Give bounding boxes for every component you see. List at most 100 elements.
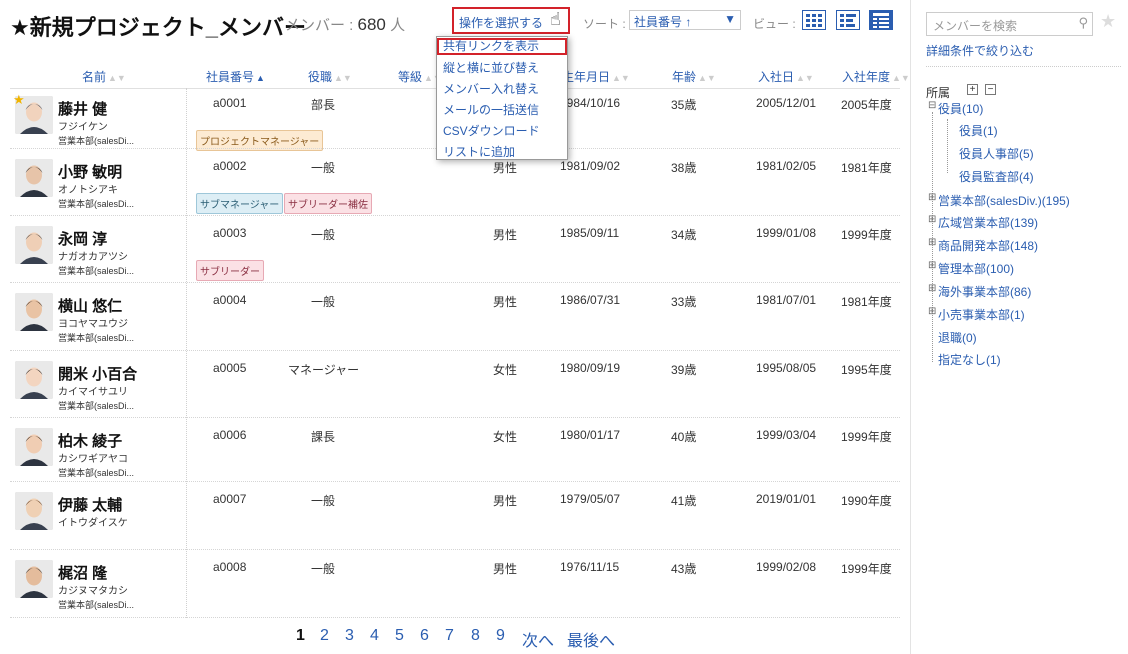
tree-expand-icon[interactable]: ⊞ (928, 192, 936, 203)
member-kana: イトウダイスケ (58, 518, 128, 529)
last-page-link[interactable]: 最後へ (567, 627, 615, 651)
gender: 女性 (493, 363, 518, 377)
role-tag[interactable]: サブマネージャー (196, 193, 284, 214)
member-name[interactable]: 横山 悠仁 (58, 295, 122, 316)
member-department: 営業本部(salesDi... (58, 600, 135, 610)
page-link-1[interactable]: 1 (296, 627, 305, 645)
row-divider (10, 549, 900, 550)
age: 33歳 (671, 295, 697, 309)
expand-all-icon[interactable]: + (967, 84, 978, 95)
avatar[interactable] (15, 560, 53, 598)
sort-select[interactable]: 社員番号 ↑ ▼ (629, 10, 741, 30)
role-tag[interactable]: サブリーダー (196, 260, 264, 281)
tree-item-administration[interactable]: 管理本部(100) (938, 260, 1014, 277)
page-title: ★新規プロジェクト_メンバー (10, 15, 306, 40)
employee-id: a0004 (213, 293, 247, 307)
tree-item-product-development[interactable]: 商品開発本部(148) (938, 237, 1038, 254)
tree-item-retail[interactable]: 小売事業本部(1) (938, 306, 1025, 323)
page-link-9[interactable]: 9 (496, 627, 505, 645)
column-header-employee-id[interactable]: 社員番号 ▲ (206, 68, 265, 85)
avatar[interactable] (15, 361, 53, 399)
age: 39歳 (671, 363, 697, 377)
table-view-button[interactable] (869, 10, 893, 30)
member-name[interactable]: 梶沼 隆 (58, 562, 107, 583)
member-department: 営業本部(salesDi... (58, 266, 135, 276)
position: 一般 (311, 494, 336, 508)
birth-date: 1984/10/16 (560, 96, 621, 110)
employee-id: a0007 (213, 492, 247, 506)
sort-asc-icon: ▲ (256, 73, 265, 83)
list-view-button[interactable] (836, 10, 860, 30)
join-date: 1999/02/08 (756, 560, 817, 574)
collapse-all-icon[interactable]: − (985, 84, 996, 95)
column-header-position[interactable]: 役職 ▲▼ (308, 68, 352, 85)
page-link-7[interactable]: 7 (445, 627, 454, 645)
avatar[interactable] (15, 293, 53, 331)
menu-item-show-share-link[interactable]: 共有リンクを表示 (437, 38, 567, 55)
tree-item-retired[interactable]: 退職(0) (938, 329, 977, 346)
join-year: 2005年度 (841, 98, 892, 112)
grid-view-button[interactable] (802, 10, 826, 30)
page-link-8[interactable]: 8 (471, 627, 480, 645)
tree-expand-icon[interactable]: ⊞ (928, 306, 936, 317)
position: 一般 (311, 295, 336, 309)
member-name[interactable]: 開米 小百合 (58, 363, 137, 384)
tree-item-overseas[interactable]: 海外事業本部(86) (938, 283, 1031, 300)
tree-expand-icon[interactable]: ⊞ (928, 237, 936, 248)
member-name[interactable]: 藤井 健 (58, 98, 107, 119)
tree-item-unassigned[interactable]: 指定なし(1) (938, 351, 1001, 368)
star-icon[interactable]: ★ (1100, 11, 1116, 32)
page-link-5[interactable]: 5 (395, 627, 404, 645)
member-name[interactable]: 小野 敏明 (58, 161, 122, 182)
column-header-join-date[interactable]: 入社日 ▲▼ (758, 68, 814, 85)
position: 部長 (311, 98, 336, 112)
tree-item-sales-division[interactable]: 営業本部(salesDiv.)(195) (938, 192, 1070, 209)
member-department: 営業本部(salesDi... (58, 401, 135, 411)
column-header-join-year[interactable]: 入社年度 ▲▼ (842, 68, 910, 85)
avatar[interactable] (15, 492, 53, 530)
tree-collapse-icon[interactable]: ⊟ (928, 100, 936, 111)
page-link-6[interactable]: 6 (420, 627, 429, 645)
dropdown-arrow-icon: ▼ (724, 12, 736, 26)
tree-expand-icon[interactable]: ⊞ (928, 260, 936, 271)
avatar[interactable] (15, 428, 53, 466)
position: 課長 (311, 430, 336, 444)
page-link-2[interactable]: 2 (320, 627, 329, 645)
menu-item-bulk-email[interactable]: メールの一括送信 (443, 101, 539, 118)
avatar[interactable] (15, 159, 53, 197)
member-search-input[interactable]: メンバーを検索 ⚲ (926, 12, 1093, 36)
select-action-button[interactable]: 操作を選択する ☝ (452, 7, 570, 34)
tree-item-executives[interactable]: 役員(10) (938, 100, 983, 117)
grid-view-icon (806, 14, 822, 27)
join-date: 1999/03/04 (756, 428, 817, 442)
tree-expand-icon[interactable]: ⊞ (928, 283, 936, 294)
column-header-birthdate[interactable]: 生年月日 ▲▼ (562, 68, 630, 85)
age: 40歳 (671, 430, 697, 444)
column-header-age[interactable]: 年齢 ▲▼ (672, 68, 716, 85)
page-link-3[interactable]: 3 (345, 627, 354, 645)
tree-item-executive-hr[interactable]: 役員人事部(5) (959, 145, 1034, 162)
menu-item-add-to-list[interactable]: リストに追加 (443, 143, 515, 160)
column-header-name[interactable]: 名前 ▲▼ (82, 68, 126, 85)
join-date: 1999/01/08 (756, 226, 817, 240)
menu-item-sort-rows-columns[interactable]: 縦と横に並び替え (443, 59, 539, 76)
member-name[interactable]: 永岡 淳 (58, 228, 107, 249)
member-kana: ナガオカアツシ (58, 252, 128, 263)
menu-item-swap-members[interactable]: メンバー入れ替え (443, 80, 539, 97)
affiliation-label: 所属 (926, 86, 951, 100)
tree-item-executive-audit[interactable]: 役員監査部(4) (959, 168, 1034, 185)
avatar[interactable] (15, 226, 53, 264)
role-tag[interactable]: サブリーダー補佐 (284, 193, 372, 214)
next-page-link[interactable]: 次へ (522, 627, 554, 651)
menu-item-csv-download[interactable]: CSVダウンロード (443, 122, 540, 139)
search-icon[interactable]: ⚲ (1078, 15, 1088, 31)
gender: 男性 (493, 295, 518, 309)
member-name[interactable]: 柏木 綾子 (58, 430, 122, 451)
advanced-filter-link[interactable]: 詳細条件で絞り込む (926, 42, 1034, 59)
tree-expand-icon[interactable]: ⊞ (928, 214, 936, 225)
member-name[interactable]: 伊藤 太輔 (58, 494, 122, 515)
tree-item-regional-sales[interactable]: 広域営業本部(139) (938, 214, 1038, 231)
tree-item-executives-sub[interactable]: 役員(1) (959, 122, 998, 139)
birth-date: 1976/11/15 (560, 560, 620, 574)
page-link-4[interactable]: 4 (370, 627, 379, 645)
